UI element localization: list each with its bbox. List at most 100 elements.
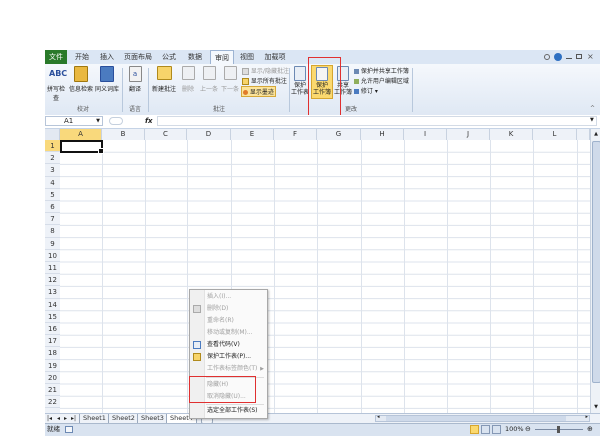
- row-header[interactable]: 3: [45, 164, 60, 177]
- zoom-in-icon[interactable]: ⊕: [587, 424, 593, 435]
- zoom-out-icon[interactable]: ⊖: [525, 424, 531, 435]
- row-header[interactable]: 6: [45, 201, 60, 214]
- row-header[interactable]: 11: [45, 262, 60, 275]
- horizontal-scrollbar[interactable]: ◂ ▸: [375, 414, 590, 422]
- tab-formulas[interactable]: 公式: [158, 50, 180, 64]
- column-header[interactable]: D: [187, 129, 231, 140]
- translate-button[interactable]: a 翻译: [125, 66, 145, 93]
- hscroll-right-arrow[interactable]: ▸: [585, 414, 588, 420]
- row-header[interactable]: 9: [45, 238, 60, 250]
- thesaurus-button[interactable]: 同义词库: [95, 66, 119, 93]
- tab-home[interactable]: 开始: [71, 50, 93, 64]
- row-header[interactable]: 20: [45, 372, 60, 384]
- macro-record-icon[interactable]: [65, 426, 73, 433]
- column-header[interactable]: I: [404, 129, 447, 140]
- collapse-ribbon-icon[interactable]: ^: [590, 105, 595, 112]
- row-header[interactable]: 7: [45, 213, 60, 226]
- allow-edit-ranges-button[interactable]: 允许用户编辑区域: [354, 76, 409, 85]
- close-icon[interactable]: ×: [587, 52, 594, 61]
- column-header[interactable]: B: [102, 129, 145, 140]
- minimize-ribbon-icon[interactable]: [544, 54, 550, 60]
- menu-item-protect-sheet[interactable]: 保护工作表(P)...: [190, 351, 267, 363]
- column-header[interactable]: [577, 129, 590, 140]
- first-sheet-icon[interactable]: |◂: [47, 414, 52, 423]
- restore-icon[interactable]: [576, 54, 582, 59]
- row-header[interactable]: 21: [45, 384, 60, 397]
- menu-item-insert[interactable]: 插入(I)...: [190, 291, 267, 303]
- scroll-up-arrow[interactable]: ▲: [592, 130, 600, 138]
- row-header[interactable]: 4: [45, 177, 60, 189]
- show-hide-comment-button[interactable]: 显示/隐藏批注: [242, 66, 289, 75]
- column-header[interactable]: H: [361, 129, 404, 140]
- protect-sheet-button[interactable]: 保护 工作表: [291, 66, 309, 96]
- row-header[interactable]: 14: [45, 299, 60, 311]
- menu-item-select-all-sheets[interactable]: 选定全部工作表(S): [190, 405, 267, 417]
- zoom-slider-thumb[interactable]: [557, 426, 560, 433]
- row-header[interactable]: 19: [45, 360, 60, 372]
- prev-sheet-icon[interactable]: ◂: [57, 414, 60, 423]
- insert-function-icon[interactable]: fx: [145, 116, 153, 126]
- cell-grid[interactable]: [60, 140, 590, 413]
- delete-comment-button[interactable]: 删除: [179, 66, 197, 93]
- new-comment-button[interactable]: 新建批注: [151, 66, 177, 93]
- track-changes-button[interactable]: 修订 ▾: [354, 86, 378, 95]
- next-sheet-icon[interactable]: ▸: [64, 414, 67, 423]
- formula-input[interactable]: [157, 116, 597, 126]
- tab-file[interactable]: 文件: [45, 50, 67, 64]
- protect-share-workbook-button[interactable]: 保护并共享工作簿: [354, 66, 409, 75]
- tab-data[interactable]: 数据: [184, 50, 206, 64]
- row-header[interactable]: 13: [45, 286, 60, 299]
- scroll-down-arrow[interactable]: ▼: [592, 403, 600, 411]
- column-header[interactable]: A: [60, 129, 102, 140]
- zoom-slider[interactable]: [535, 426, 583, 433]
- row-header[interactable]: 15: [45, 311, 60, 323]
- row-header[interactable]: 18: [45, 347, 60, 360]
- page-layout-view-icon[interactable]: [481, 425, 490, 434]
- next-comment-button[interactable]: 下一条: [220, 66, 240, 93]
- select-all-corner[interactable]: [45, 129, 60, 140]
- column-header[interactable]: E: [231, 129, 274, 140]
- previous-comment-button[interactable]: 上一条: [199, 66, 219, 93]
- formula-bar-resize-handle[interactable]: [109, 117, 123, 125]
- row-header[interactable]: 8: [45, 225, 60, 238]
- menu-item-rename[interactable]: 重命名(R): [190, 315, 267, 327]
- vertical-scrollbar[interactable]: ▲ ▼: [590, 129, 600, 413]
- help-icon[interactable]: [554, 53, 562, 61]
- active-cell-a1[interactable]: [60, 140, 104, 154]
- fill-handle[interactable]: [98, 148, 104, 154]
- row-header[interactable]: 2: [45, 152, 60, 165]
- column-header[interactable]: F: [274, 129, 317, 140]
- last-sheet-icon[interactable]: ▸|: [71, 414, 76, 423]
- tab-page-layout[interactable]: 页面布局: [122, 50, 154, 64]
- menu-item-delete[interactable]: 删除(D): [190, 303, 267, 315]
- name-box[interactable]: A1 ▼: [45, 116, 103, 126]
- zoom-level[interactable]: 100%: [505, 424, 524, 435]
- column-header[interactable]: L: [533, 129, 577, 140]
- tab-insert[interactable]: 插入: [96, 50, 118, 64]
- row-header[interactable]: 10: [45, 250, 60, 262]
- row-header[interactable]: 12: [45, 274, 60, 287]
- menu-item-tab-color[interactable]: 工作表标签颜色(T) ▶: [190, 363, 267, 375]
- column-header[interactable]: J: [447, 129, 490, 140]
- tab-view[interactable]: 视图: [236, 50, 258, 64]
- row-header[interactable]: 1: [45, 140, 60, 153]
- menu-item-view-code[interactable]: 查看代码(V): [190, 339, 267, 351]
- column-header[interactable]: G: [317, 129, 361, 140]
- column-header[interactable]: C: [145, 129, 187, 140]
- row-header[interactable]: 17: [45, 335, 60, 348]
- spellcheck-button[interactable]: ABC 拼写检查: [45, 66, 67, 102]
- minimize-icon[interactable]: [566, 58, 572, 59]
- normal-view-icon[interactable]: [470, 425, 479, 434]
- column-header[interactable]: K: [490, 129, 533, 140]
- row-header[interactable]: 22: [45, 396, 60, 409]
- page-break-view-icon[interactable]: [492, 425, 501, 434]
- show-all-comments-button[interactable]: 显示所有批注: [242, 76, 287, 85]
- row-header[interactable]: 5: [45, 189, 60, 201]
- expand-formula-bar-icon[interactable]: ▼: [590, 117, 594, 123]
- scroll-thumb[interactable]: [592, 141, 600, 383]
- research-button[interactable]: 信息检索: [69, 66, 93, 93]
- hscroll-thumb[interactable]: [386, 416, 566, 421]
- tab-review[interactable]: 审阅: [210, 50, 234, 64]
- row-header[interactable]: 16: [45, 323, 60, 336]
- tab-add-ins[interactable]: 加载项: [262, 50, 288, 64]
